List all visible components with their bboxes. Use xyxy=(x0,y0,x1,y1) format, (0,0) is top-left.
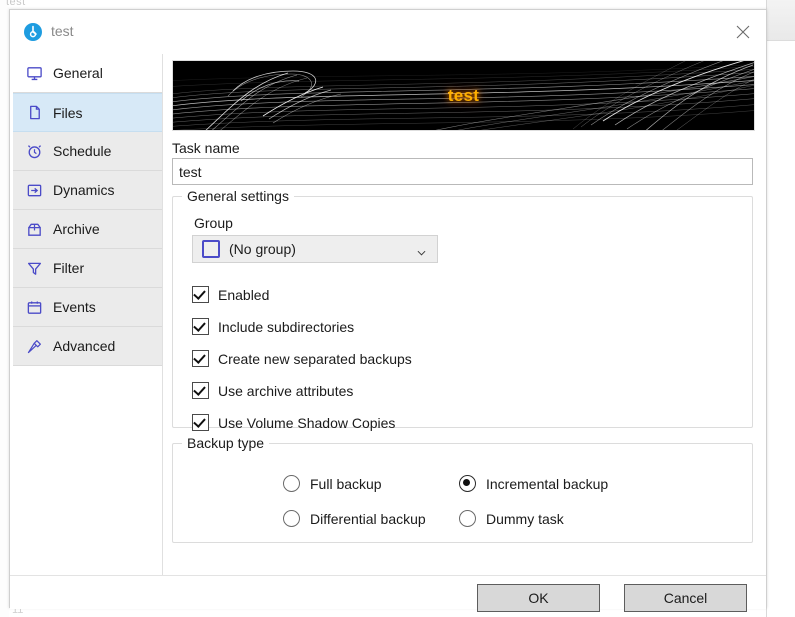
open-box-icon xyxy=(25,220,43,238)
checkbox-box xyxy=(192,414,209,431)
group-square-icon xyxy=(202,240,220,258)
cancel-button[interactable]: Cancel xyxy=(624,584,747,612)
sidebar-item-general[interactable]: General xyxy=(13,54,163,93)
radio-dummy-task[interactable]: Dummy task xyxy=(459,510,564,527)
sidebar-item-events[interactable]: Events xyxy=(13,288,163,327)
sidebar-item-label: Filter xyxy=(53,260,85,276)
radio-label: Dummy task xyxy=(486,510,564,527)
group-select[interactable]: (No group) xyxy=(192,235,438,263)
radio-incremental-backup[interactable]: Incremental backup xyxy=(459,475,608,492)
checkbox-label: Create new separated backups xyxy=(218,350,412,367)
sidebar-item-schedule[interactable]: Schedule xyxy=(13,132,163,171)
sidebar-item-dynamics[interactable]: Dynamics xyxy=(13,171,163,210)
arrow-in-box-icon xyxy=(25,181,43,199)
background-window-header xyxy=(767,0,795,41)
screwdriver-icon xyxy=(25,337,43,355)
background-window-right xyxy=(766,0,795,617)
sidebar-item-label: General xyxy=(53,65,103,81)
checkbox-label: Use archive attributes xyxy=(218,382,354,399)
group-selected-value: (No group) xyxy=(229,241,296,257)
sidebar-item-label: Dynamics xyxy=(53,182,115,198)
task-banner: test xyxy=(172,60,755,131)
dialog-title: test xyxy=(51,23,74,39)
checkbox-label: Include subdirectories xyxy=(218,318,355,335)
dialog-footer: OK Cancel xyxy=(10,575,766,612)
sidebar-tabs: General Files Schedule Dynamics Archive … xyxy=(13,54,163,606)
radio-label: Full backup xyxy=(310,475,382,492)
monitor-icon xyxy=(25,64,43,82)
sidebar-item-files[interactable]: Files xyxy=(13,93,163,132)
disk-clock-icon xyxy=(23,22,43,42)
sidebar-item-archive[interactable]: Archive xyxy=(13,210,163,249)
banner-task-name: test xyxy=(447,85,480,105)
task-properties-dialog: test General Files Schedule Dynamics Arc… xyxy=(9,9,767,612)
radio-label: Incremental backup xyxy=(486,475,609,492)
task-name-input[interactable] xyxy=(172,158,753,185)
backup-type-groupbox: Backup type Full backup Incremental back… xyxy=(172,435,753,543)
checkbox-label: Use Volume Shadow Copies xyxy=(218,414,396,431)
general-settings-groupbox: General settings Group (No group) Enable… xyxy=(172,188,753,431)
sidebar-item-label: Schedule xyxy=(53,143,112,159)
radio-full-backup[interactable]: Full backup xyxy=(283,475,382,492)
funnel-icon xyxy=(25,259,43,277)
sidebar-item-label: Files xyxy=(53,104,83,121)
file-page-icon xyxy=(25,104,43,122)
checkbox-enabled[interactable]: Enabled xyxy=(192,286,269,303)
general-settings-pane: test Task name General settings Group (N… xyxy=(162,54,765,575)
radio-circle xyxy=(459,475,476,492)
backup-type-groupbox-title: Backup type xyxy=(182,435,270,451)
checkbox-box xyxy=(192,350,209,367)
sidebar-item-label: Advanced xyxy=(53,338,116,354)
close-icon[interactable] xyxy=(720,10,766,53)
alarm-clock-icon xyxy=(25,142,43,160)
sidebar-item-advanced[interactable]: Advanced xyxy=(13,327,163,366)
checkbox-box xyxy=(192,318,209,335)
task-name-label: Task name xyxy=(172,140,240,156)
sidebar-item-label: Archive xyxy=(53,221,100,237)
screen: test 11 test General Files Schedule Dyna… xyxy=(0,0,795,617)
chevron-down-icon xyxy=(417,245,426,256)
sidebar-item-filter[interactable]: Filter xyxy=(13,249,163,288)
radio-circle xyxy=(283,510,300,527)
checkbox-use-volume-shadow-copies[interactable]: Use Volume Shadow Copies xyxy=(192,414,395,431)
calendar-icon xyxy=(25,298,43,316)
checkbox-use-archive-attributes[interactable]: Use archive attributes xyxy=(192,382,353,399)
checkbox-box xyxy=(192,286,209,303)
group-label: Group xyxy=(194,215,233,231)
sidebar-filler xyxy=(13,366,163,576)
radio-label: Differential backup xyxy=(310,510,426,527)
checkbox-label: Enabled xyxy=(218,286,270,303)
radio-differential-backup[interactable]: Differential backup xyxy=(283,510,426,527)
radio-circle xyxy=(283,475,300,492)
checkbox-include-subdirectories[interactable]: Include subdirectories xyxy=(192,318,354,335)
general-settings-groupbox-title: General settings xyxy=(182,188,294,204)
checkbox-create-new-separated-backups[interactable]: Create new separated backups xyxy=(192,350,412,367)
background-window-title: test xyxy=(6,0,26,8)
sidebar-item-label: Events xyxy=(53,299,96,315)
background-window-left-edge xyxy=(0,0,9,617)
ok-button[interactable]: OK xyxy=(477,584,600,612)
radio-circle xyxy=(459,510,476,527)
dialog-titlebar: test xyxy=(10,10,766,54)
checkbox-box xyxy=(192,382,209,399)
